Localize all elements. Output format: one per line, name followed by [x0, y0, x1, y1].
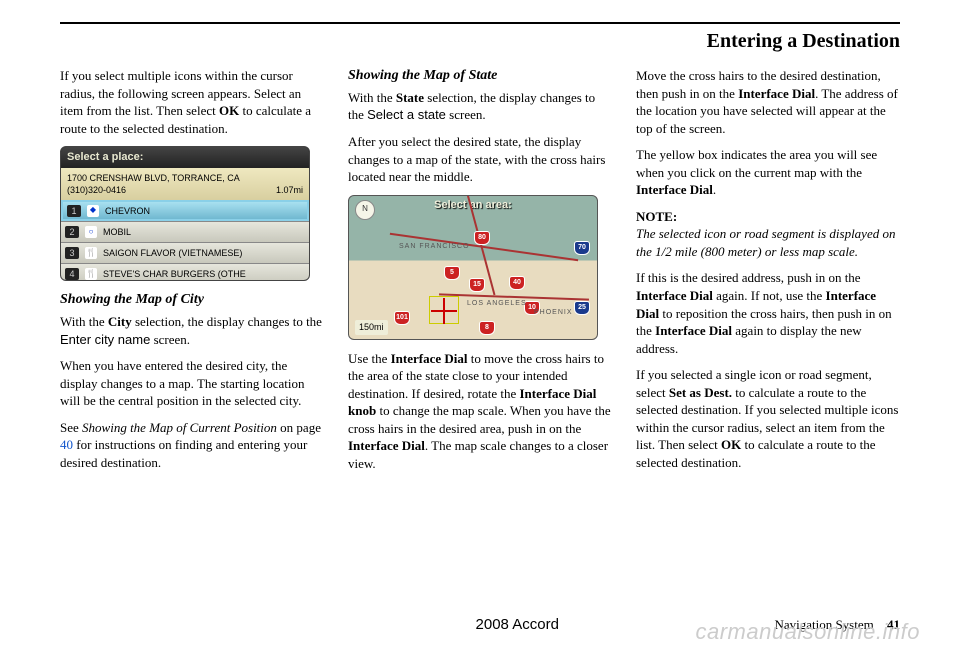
col1-p3: When you have entered the desired city, … [60, 357, 324, 410]
text: With the [348, 90, 396, 105]
item-num: 1 [67, 205, 81, 217]
restaurant-icon: 🍴 [85, 268, 97, 280]
bold: Interface Dial [636, 288, 713, 303]
compass-icon: N [355, 200, 375, 220]
bold: Interface Dial [636, 182, 713, 197]
page-link[interactable]: 40 [60, 437, 73, 452]
ok-label: OK [219, 103, 239, 118]
column-3: Move the cross hairs to the desired dest… [636, 67, 900, 481]
interstate-shield-icon: 70 [574, 241, 590, 255]
item-num: 2 [65, 226, 79, 238]
bold: City [108, 314, 132, 329]
select-place-screenshot: Select a place: 1700 CRENSHAW BLVD, TORR… [60, 146, 310, 281]
page-number: 41 [887, 617, 900, 632]
interstate-shield-icon: 80 [474, 231, 490, 245]
interstate-shield-icon: 15 [469, 278, 485, 292]
city-label: PHOENIX [534, 308, 573, 317]
interstate-shield-icon: 40 [509, 276, 525, 290]
chevron-logo-icon: ◆ [87, 205, 99, 217]
subhead-city: Showing the Map of City [60, 291, 324, 310]
text: for instructions on finding and entering… [60, 437, 307, 470]
col3-p2: The yellow box indicates the area you wi… [636, 146, 900, 199]
list-item: 3 🍴 SAIGON FLAVOR (VIETNAMESE) [61, 242, 309, 263]
interstate-shield-icon: 8 [479, 321, 495, 335]
screenshot-title: Select a place: [61, 147, 309, 168]
col2-p2: After you select the desired state, the … [348, 133, 612, 186]
scale-label: 150mi [355, 320, 388, 334]
phone: (310)320-0416 [67, 184, 126, 196]
interstate-shield-icon: 25 [574, 301, 590, 315]
bold: Interface Dial [655, 323, 732, 338]
col2-p1: With the State selection, the display ch… [348, 89, 612, 124]
item-label: SAIGON FLAVOR (VIETNAMESE) [103, 247, 242, 259]
place-list: 1 ◆ CHEVRON 2 ○ MOBIL 3 🍴 SAIGON FLAVOR … [61, 200, 309, 281]
col3-p3: If this is the desired address, push in … [636, 269, 900, 357]
city-label: SAN FRANCISCO [399, 242, 470, 251]
bold: State [396, 90, 424, 105]
bold: Set as Dest. [669, 385, 732, 400]
city-label: LOS ANGELES [467, 299, 527, 308]
text: again. If not, use the [713, 288, 826, 303]
bold: Interface Dial [391, 351, 468, 366]
section-label: Navigation System [774, 617, 873, 632]
text: on page [277, 420, 321, 435]
text: . [713, 182, 716, 197]
bold: Interface Dial [738, 86, 815, 101]
text: screen. [150, 332, 190, 347]
text: selection, the display changes to the [132, 314, 322, 329]
page-title: Entering a Destination [60, 30, 900, 53]
item-label: MOBIL [103, 226, 131, 238]
italic-ref: Showing the Map of Current Position [82, 420, 277, 435]
select-area-screenshot: Select an area: N 150mi 80 5 15 40 70 10… [348, 195, 598, 340]
text: See [60, 420, 82, 435]
model-label: 2008 Accord [476, 616, 559, 633]
col3-p1: Move the cross hairs to the desired dest… [636, 67, 900, 137]
col3-p4: If you selected a single icon or road se… [636, 366, 900, 471]
note: NOTE: The selected icon or road segment … [636, 208, 900, 261]
footer-right: Navigation System 41 [774, 617, 900, 633]
interstate-shield-icon: 5 [444, 266, 460, 280]
crosshair-icon [437, 304, 451, 318]
bold: OK [721, 437, 741, 452]
screen-name: Select a state [367, 107, 446, 122]
note-label: NOTE: [636, 209, 677, 224]
text: With the [60, 314, 108, 329]
note-body: The selected icon or road segment is dis… [636, 226, 895, 259]
addr-line: 1700 CRENSHAW BLVD, TORRANCE, CA [67, 172, 303, 184]
item-label: CHEVRON [105, 205, 150, 217]
subhead-state: Showing the Map of State [348, 67, 612, 86]
col1-p1: If you select multiple icons within the … [60, 67, 324, 137]
text: The yellow box indicates the area you wi… [636, 147, 877, 180]
col1-p2: With the City selection, the display cha… [60, 313, 324, 348]
distance: 1.07mi [276, 184, 303, 196]
col2-p3: Use the Interface Dial to move the cross… [348, 350, 612, 473]
col1-p4: See Showing the Map of Current Position … [60, 419, 324, 472]
mobil-logo-icon: ○ [85, 226, 97, 238]
item-label: STEVE'S CHAR BURGERS (OTHE [103, 268, 246, 280]
item-num: 4 [65, 268, 79, 280]
text: screen. [446, 107, 486, 122]
column-2: Showing the Map of State With the State … [348, 67, 612, 481]
text: If this is the desired address, push in … [636, 270, 861, 285]
content-columns: If you select multiple icons within the … [60, 67, 900, 481]
bold: Interface Dial [348, 438, 425, 453]
restaurant-icon: 🍴 [85, 247, 97, 259]
list-item: 1 ◆ CHEVRON [61, 200, 309, 221]
screen-name: Enter city name [60, 332, 150, 347]
column-1: If you select multiple icons within the … [60, 67, 324, 481]
list-item: 2 ○ MOBIL [61, 221, 309, 242]
text: Use the [348, 351, 391, 366]
screenshot-highlight: 1700 CRENSHAW BLVD, TORRANCE, CA (310)32… [61, 168, 309, 200]
list-item: 4 🍴 STEVE'S CHAR BURGERS (OTHE [61, 263, 309, 281]
footer: 2008 Accord Navigation System 41 [60, 616, 900, 633]
text: to change the map scale. When you have t… [348, 403, 611, 436]
interstate-shield-icon: 101 [394, 311, 410, 325]
item-num: 3 [65, 247, 79, 259]
